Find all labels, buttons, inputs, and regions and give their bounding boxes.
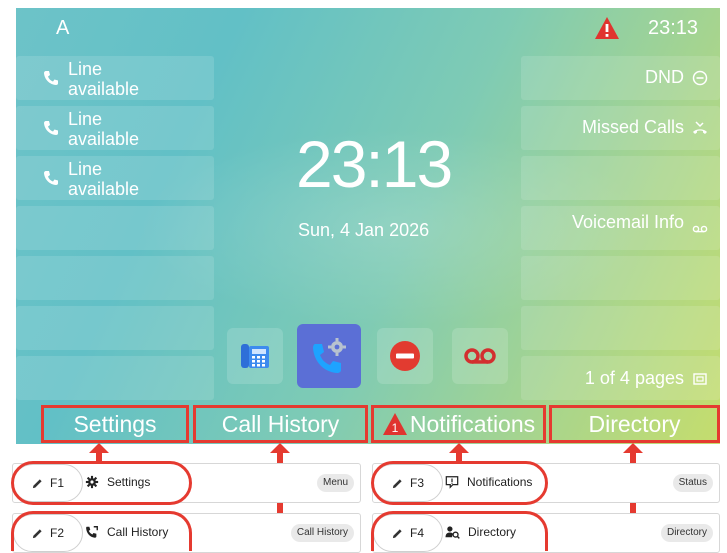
desk-phone-icon	[241, 344, 269, 368]
fkey-label: F4	[409, 526, 424, 540]
dnd-key[interactable]: DND	[521, 56, 720, 100]
call-history-icon	[86, 526, 98, 538]
fkey-label: F2	[49, 526, 64, 540]
app-voicemail[interactable]	[452, 328, 508, 384]
dsskey-f2[interactable]: F2 Call History Call History	[12, 513, 361, 553]
line-key-5[interactable]	[16, 256, 214, 300]
dss-type-badge: Directory	[660, 524, 713, 542]
voicemail-label: Voicemail Info	[571, 211, 684, 232]
softkey-directory-label: Directory	[588, 410, 681, 437]
empty-key-right-5[interactable]	[521, 256, 720, 300]
softkey-settings[interactable]: Settings	[41, 405, 189, 443]
fkey-label: F1	[49, 476, 64, 490]
dss-edit-pill[interactable]: F3	[373, 464, 443, 502]
softkey-directory[interactable]: Directory	[549, 405, 720, 443]
dnd-icon	[692, 70, 708, 85]
notification-count: 1	[392, 421, 399, 435]
app-dnd[interactable]	[377, 328, 433, 384]
voicemail-key[interactable]: Voicemail Info	[521, 206, 720, 250]
dsskey-f1[interactable]: F1 Settings Menu	[12, 463, 361, 503]
voicemail-label-wrap: Voicemail Info	[572, 208, 708, 236]
dss-edit-pill[interactable]: F1	[13, 464, 83, 502]
dss-label-directory: Directory	[468, 525, 517, 539]
app-phone[interactable]	[227, 328, 283, 384]
notification-alert-icon: 1	[382, 413, 407, 435]
pencil-icon	[32, 478, 42, 488]
line-label: Line available	[68, 159, 140, 199]
softkey-notifications-label: Notifications	[409, 410, 536, 437]
dss-label-wrap: Directory	[445, 525, 516, 539]
idle-clock: 23:13	[296, 127, 453, 201]
app-call-settings[interactable]	[297, 324, 361, 388]
dnd-label-wrap: DND	[645, 67, 708, 88]
idle-date: Sun, 4 Jan 2026	[298, 220, 430, 240]
pencil-icon	[392, 478, 402, 488]
dss-type-badge: Status	[672, 474, 713, 492]
line-key-4[interactable]	[16, 206, 214, 250]
status-time: 23:13	[648, 17, 699, 39]
phone-icon	[44, 171, 58, 185]
gear-icon	[85, 475, 99, 489]
dss-label-wrap: Notifications	[445, 475, 532, 489]
softkey-call-history-label: Call History	[221, 410, 340, 437]
notification-box-icon	[445, 476, 459, 489]
phone-screen: A 23:13 Line available Line available Li…	[16, 8, 720, 444]
directory-search-icon	[445, 526, 460, 539]
softkey-call-history[interactable]: Call History	[193, 405, 368, 443]
softkey-settings-label: Settings	[73, 410, 157, 437]
user-indicator: A	[56, 17, 70, 39]
voicemail-icon	[692, 225, 708, 233]
softkey-notifications[interactable]: 1 Notifications	[371, 405, 546, 443]
app-dock	[16, 324, 720, 388]
phone-icon	[44, 71, 58, 85]
dss-label-call-history: Call History	[107, 525, 169, 539]
pencil-icon	[32, 528, 42, 538]
softkey-bar: Settings Call History 1 Notifications Di…	[16, 405, 720, 444]
dss-edit-pill[interactable]: F4	[373, 514, 443, 552]
pencil-icon	[392, 528, 402, 538]
dss-type-badge: Menu	[316, 474, 354, 492]
missed-call-icon	[693, 120, 707, 134]
dss-type-badge: Call History	[290, 524, 354, 542]
line-key-2[interactable]: Line available	[16, 106, 214, 150]
empty-key-right-3[interactable]	[521, 156, 720, 200]
dss-label-wrap: Settings	[85, 475, 150, 489]
missed-calls-label: Missed Calls	[581, 117, 684, 137]
fkey-label: F3	[409, 476, 424, 490]
call-settings-icon	[313, 338, 346, 373]
dnd-label: DND	[645, 67, 684, 87]
line-label: Line available	[68, 59, 140, 99]
line-label: Line available	[68, 109, 140, 149]
phone-icon	[44, 121, 58, 135]
dsskey-f3[interactable]: F3 Notifications Status	[372, 463, 720, 503]
missed-label-wrap: Missed Calls	[582, 117, 708, 138]
dss-label-wrap: Call History	[85, 525, 168, 539]
dss-label-settings: Settings	[107, 475, 151, 489]
dss-label-notifications: Notifications	[467, 475, 533, 489]
do-not-disturb-icon	[390, 341, 420, 371]
warning-triangle-icon[interactable]	[594, 16, 620, 40]
missed-calls-key[interactable]: Missed Calls	[521, 106, 720, 150]
dsskey-f4[interactable]: F4 Directory Directory	[372, 513, 720, 553]
voicemail-app-icon	[464, 348, 496, 364]
line-key-1[interactable]: Line available	[16, 56, 214, 100]
dss-edit-pill[interactable]: F2	[13, 514, 83, 552]
status-bar: A 23:13	[16, 8, 720, 48]
line-key-3[interactable]: Line available	[16, 156, 214, 200]
